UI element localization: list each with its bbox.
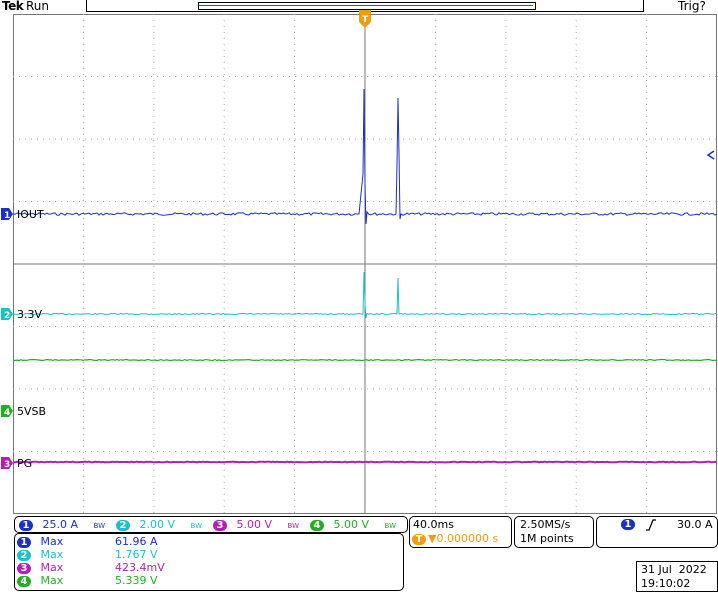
date: 31 Jul 2022 — [641, 563, 707, 576]
ch3-pill: 3 — [213, 520, 227, 531]
ch1-marker-number: 1 — [4, 211, 10, 221]
ch2-marker-number: 2 — [4, 311, 10, 321]
ch1-bw-icon: BW — [93, 522, 105, 530]
datetime-panel: 31 Jul 2022 19:10:02 — [636, 561, 718, 592]
record-view-window-line — [199, 5, 533, 6]
meas1-channel-pill: 1 — [17, 537, 31, 548]
trigger-position-icon: T — [412, 534, 426, 545]
ch2-bw-icon: BW — [190, 522, 202, 530]
meas2-channel-pill: 2 — [17, 550, 31, 561]
ch3-scale-value: 5.00 V — [236, 518, 273, 531]
ch4-bw-icon: BW — [384, 522, 396, 530]
brand-logo: Tek — [2, 0, 24, 13]
time: 19:10:02 — [641, 577, 691, 590]
measurement-row: 4 Max — [17, 574, 63, 587]
waveform-display[interactable] — [13, 14, 717, 514]
meas1-value: 61.96 A — [115, 535, 158, 548]
ch4-pill: 4 — [310, 520, 324, 531]
meas3-name: Max — [40, 561, 64, 574]
measurement-row: 3 Max — [17, 561, 63, 574]
ch4-marker-number: 4 — [4, 408, 10, 418]
trigger-panel[interactable]: 1 30.0 A — [596, 516, 718, 548]
ch2-pill: 2 — [116, 520, 130, 531]
ch4-scale-value: 5.00 V — [333, 518, 370, 531]
ch4-scale[interactable]: 4 5.00 V BW — [310, 518, 396, 533]
meas3-value: 423.4mV — [115, 561, 165, 574]
acquisition-state: Run — [26, 0, 50, 13]
meas4-channel-pill: 4 — [17, 576, 31, 587]
measurement-row: 1 Max — [17, 535, 63, 548]
meas4-value: 5.339 V — [115, 574, 158, 587]
sample-rate: 2.50MS/s — [520, 518, 571, 531]
timebase-panel[interactable]: 40.0ms T ▼0.000000 s — [409, 516, 512, 548]
rising-edge-icon — [646, 519, 656, 531]
meas1-name: Max — [40, 535, 64, 548]
trigger-position-value: ▼0.000000 s — [428, 532, 499, 545]
ch2-scale-value: 2.00 V — [139, 518, 176, 531]
ch4-waveform — [13, 358, 717, 362]
graticule — [13, 14, 717, 514]
ch3-bw-icon: BW — [287, 522, 299, 530]
ch2-scale[interactable]: 2 2.00 V BW — [116, 518, 202, 533]
ch3-ground-marker[interactable]: 3 — [1, 457, 13, 470]
ch1-ground-marker[interactable]: 1 — [1, 208, 13, 221]
trigger-source-pill: 1 — [621, 519, 635, 530]
channel-scale-bar: 1 25.0 A BW 2 2.00 V BW 3 5.00 V BW 4 5.… — [14, 516, 408, 533]
ch1-scale[interactable]: 1 25.0 A BW — [19, 518, 105, 533]
meas2-value: 1.767 V — [115, 548, 158, 561]
ch2-ground-marker[interactable]: 2 — [1, 308, 13, 321]
meas2-name: Max — [40, 548, 64, 561]
measurement-row: 2 Max — [17, 548, 63, 561]
record-length: 1M points — [520, 532, 574, 545]
meas4-name: Max — [40, 574, 64, 587]
ch1-pill: 1 — [19, 520, 33, 531]
acquisition-panel[interactable]: 2.50MS/s 1M points — [514, 516, 594, 548]
record-view-window[interactable] — [198, 2, 536, 10]
measurements-panel[interactable]: 1 Max 61.96 A 2 Max 1.767 V 3 Max 423.4m… — [14, 533, 404, 591]
ch4-ground-marker[interactable]: 4 — [1, 405, 13, 418]
ch3-marker-number: 3 — [4, 460, 10, 470]
ch3-waveform — [13, 460, 717, 464]
trigger-status: Trig? — [678, 0, 706, 13]
ch1-scale-value: 25.0 A — [42, 518, 79, 531]
ch3-scale[interactable]: 3 5.00 V BW — [213, 518, 299, 533]
timebase-value: 40.0ms — [413, 518, 454, 531]
trigger-level: 30.0 A — [677, 518, 713, 531]
trigger-position-readout: T ▼0.000000 s — [412, 532, 498, 545]
meas3-channel-pill: 3 — [17, 563, 31, 574]
